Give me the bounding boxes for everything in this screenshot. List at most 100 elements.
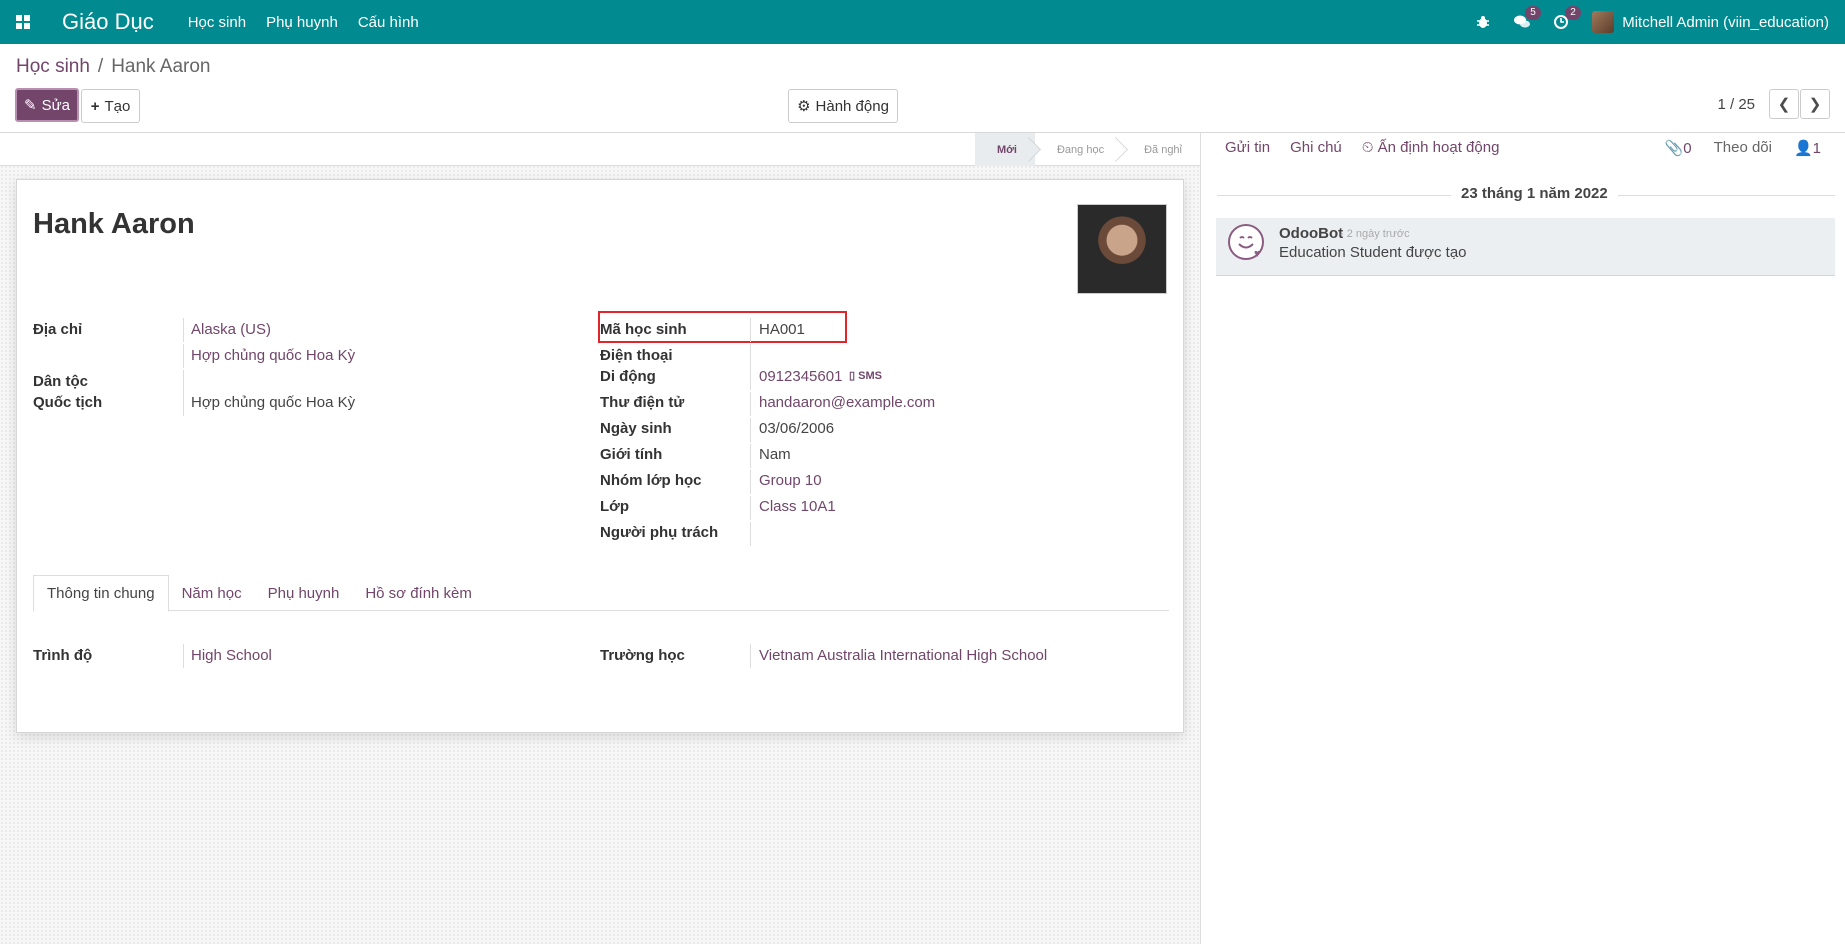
- mobile-phone-icon: ▯: [849, 370, 856, 382]
- field-divider: [750, 318, 751, 342]
- messages-badge: 5: [1525, 6, 1541, 20]
- chatter-panel: Gửi tin Ghi chú ⏲ Ấn định hoạt động 📎0 T…: [1200, 133, 1845, 944]
- pencil-icon: ✎: [24, 97, 37, 114]
- create-button-label: Tạo: [104, 97, 131, 115]
- user-avatar: [1592, 11, 1615, 33]
- gear-icon: ⚙: [797, 98, 811, 115]
- stage-new[interactable]: Mới: [974, 133, 1035, 166]
- chevron-left-icon: ❮: [1777, 96, 1791, 113]
- sms-button[interactable]: ▯ SMS: [849, 369, 882, 382]
- address-label: Địa chỉ: [33, 321, 83, 338]
- message-time: - 2 ngày trước: [1340, 228, 1410, 240]
- school-value[interactable]: Vietnam Australia International High Sch…: [759, 647, 1047, 664]
- menu-students[interactable]: Học sinh: [188, 14, 246, 31]
- tab-school-year[interactable]: Năm học: [169, 575, 255, 611]
- birthday-value: 03/06/2006: [759, 420, 835, 437]
- user-icon: 👤: [1793, 140, 1813, 157]
- status-bar: Mới Đang học Đã nghỉ: [0, 133, 1200, 166]
- followers-count: 1: [1812, 140, 1821, 157]
- class-group-value[interactable]: Group 10: [759, 472, 822, 489]
- edit-button[interactable]: ✎ Sửa: [15, 88, 79, 122]
- ethnicity-label: Dân tộc: [33, 373, 89, 390]
- field-divider: [183, 644, 184, 668]
- clock-icon: ⏲: [1361, 139, 1374, 156]
- navbar-right: 5 2 Mitchell Admin (viin_education): [1476, 6, 1845, 33]
- stage-quit[interactable]: Đã nghỉ: [1122, 133, 1200, 166]
- breadcrumb: Học sinh / Hank Aaron: [16, 56, 211, 78]
- menu-parents[interactable]: Phụ huynh: [266, 14, 338, 31]
- field-divider: [750, 470, 751, 494]
- chatter-right-actions: 📎0 Theo dõi 👤1: [1665, 139, 1821, 157]
- chevron-right-icon: ❯: [1808, 96, 1822, 113]
- chatter-message: ♥ OdooBot - 2 ngày trước Education Stude…: [1216, 218, 1835, 276]
- sms-label: SMS: [858, 370, 882, 382]
- student-photo[interactable]: [1077, 204, 1167, 294]
- field-divider: [750, 644, 751, 668]
- student-code-label: Mã học sinh: [600, 321, 687, 338]
- field-divider: [183, 370, 184, 394]
- activities-clock-icon[interactable]: 2: [1554, 6, 1581, 29]
- mobile-label: Di động: [600, 368, 656, 385]
- field-divider: [183, 392, 184, 416]
- birthday-label: Ngày sinh: [600, 420, 672, 437]
- app-brand[interactable]: Giáo Dục: [62, 9, 154, 35]
- level-value[interactable]: High School: [191, 647, 272, 664]
- breadcrumb-current: Hank Aaron: [111, 56, 211, 77]
- follow-button[interactable]: Theo dõi: [1714, 139, 1772, 157]
- address-state[interactable]: Alaska (US): [191, 321, 271, 338]
- heart-icon: ♥: [1254, 248, 1261, 260]
- schedule-activity-label: Ấn định hoạt động: [1377, 139, 1500, 156]
- action-button[interactable]: ⚙ Hành động: [788, 89, 898, 123]
- attachments-button[interactable]: 📎0: [1665, 139, 1692, 157]
- mobile-value[interactable]: 0912345601: [759, 368, 842, 385]
- form-sheet: Hank Aaron Địa chỉ Alaska (US) Hợp chủng…: [16, 179, 1184, 733]
- field-divider: [750, 522, 751, 546]
- tab-attachments[interactable]: Hồ sơ đính kèm: [352, 575, 485, 611]
- tab-general-info[interactable]: Thông tin chung: [33, 575, 169, 612]
- nationality-label: Quốc tịch: [33, 394, 103, 411]
- level-label: Trình độ: [33, 647, 93, 664]
- class-group-label: Nhóm lớp học: [600, 472, 702, 489]
- nationality-value: Hợp chủng quốc Hoa Kỳ: [191, 394, 356, 411]
- action-button-label: Hành động: [815, 97, 889, 115]
- pager-next-button[interactable]: ❯: [1800, 89, 1830, 119]
- apps-menu-icon[interactable]: [0, 0, 46, 44]
- create-button[interactable]: + Tạo: [81, 89, 140, 123]
- class-label: Lớp: [600, 498, 629, 515]
- send-message-button[interactable]: Gửi tin: [1225, 139, 1270, 156]
- address-country[interactable]: Hợp chủng quốc Hoa Kỳ: [191, 347, 355, 364]
- paperclip-icon: 📎: [1664, 140, 1684, 157]
- user-menu[interactable]: Mitchell Admin (viin_education): [1592, 11, 1829, 33]
- notebook-tabs: Thông tin chung Năm học Phụ huynh Hồ sơ …: [33, 575, 1169, 612]
- field-divider: [750, 444, 751, 468]
- top-navbar: Giáo Dục Học sinh Phụ huynh Cấu hình 5 2…: [0, 0, 1845, 44]
- breadcrumb-separator: /: [97, 56, 104, 77]
- stage-studying[interactable]: Đang học: [1035, 133, 1122, 166]
- messages-icon[interactable]: 5: [1514, 6, 1541, 29]
- followers-button[interactable]: 👤1: [1794, 139, 1821, 157]
- log-note-button[interactable]: Ghi chú: [1290, 139, 1342, 156]
- field-divider: [183, 318, 184, 342]
- debug-bug-icon[interactable]: [1476, 15, 1490, 29]
- email-label: Thư điện tử: [600, 394, 685, 411]
- field-divider: [750, 366, 751, 390]
- message-author[interactable]: OdooBot: [1279, 225, 1343, 242]
- pager-value[interactable]: 1 / 25: [1717, 96, 1755, 113]
- schedule-activity-button[interactable]: ⏲ Ấn định hoạt động: [1362, 139, 1500, 156]
- menu-configuration[interactable]: Cấu hình: [358, 14, 419, 31]
- chatter-actions: Gửi tin Ghi chú ⏲ Ấn định hoạt động: [1225, 139, 1499, 156]
- tab-parents[interactable]: Phụ huynh: [255, 575, 353, 611]
- breadcrumb-root[interactable]: Học sinh: [16, 56, 90, 78]
- field-divider: [750, 418, 751, 442]
- responsible-label: Người phụ trách: [600, 524, 719, 541]
- top-menu: Học sinh Phụ huynh Cấu hình: [188, 14, 419, 31]
- attachments-count: 0: [1683, 140, 1692, 157]
- edit-button-label: Sửa: [41, 96, 70, 114]
- user-name: Mitchell Admin (viin_education): [1622, 13, 1829, 31]
- student-code-value: HA001: [759, 321, 805, 338]
- gender-value: Nam: [759, 446, 791, 463]
- email-value[interactable]: handaaron@example.com: [759, 394, 935, 411]
- student-name: Hank Aaron: [33, 208, 195, 240]
- class-value[interactable]: Class 10A1: [759, 498, 836, 515]
- pager-previous-button[interactable]: ❮: [1769, 89, 1799, 119]
